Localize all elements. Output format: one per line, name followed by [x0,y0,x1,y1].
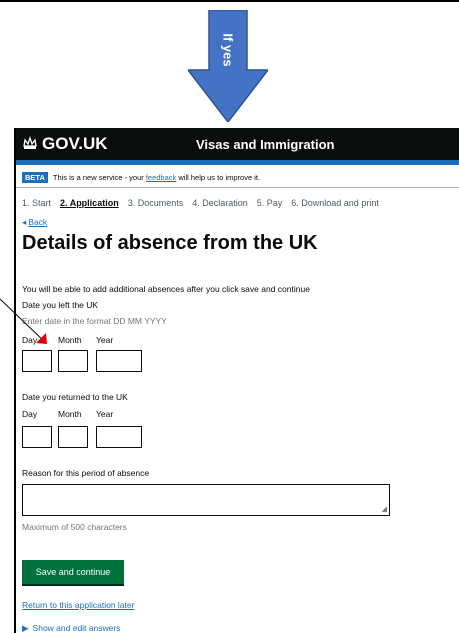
divider [16,187,459,188]
date-returned-month-input[interactable] [58,426,88,448]
show-answers-label: Show and edit answers [32,623,121,633]
back-link[interactable]: ◂ Back [22,217,47,228]
date-left-year-label: Year [96,335,114,345]
date-returned-month-label: Month [58,409,82,419]
step-documents[interactable]: 3. Documents [128,198,184,208]
step-application[interactable]: 2. Application [60,198,119,208]
date-returned-year-input[interactable] [96,426,142,448]
beta-tag: BETA [22,172,48,183]
date-left-month-input[interactable] [58,350,88,372]
date-returned-year-label: Year [96,409,114,419]
crown-icon [23,136,37,149]
resize-grip-icon[interactable]: ◢ [382,505,387,513]
govuk-logo[interactable]: GOV.UK [42,134,108,154]
date-left-day-input[interactable] [22,350,52,372]
date-left-hint: Enter date in the format DD MM YYYY [22,316,167,326]
progress-steps: 1. Start 2. Application 3. Documents 4. Dec… [22,198,388,208]
date-left-label: Date you left the UK [22,300,99,310]
date-left-day-label: Day [22,335,38,345]
show-edit-answers-toggle[interactable]: ▶ Show and edit answers [22,623,120,633]
intro-text: You will be able to add additional absen… [22,284,310,294]
beta-text-before: This is a new service - your [52,173,146,182]
expand-triangle-icon: ▶ [22,623,29,633]
beta-banner: BETA This is a new service - your feedbac… [22,172,260,183]
service-name[interactable]: Visas and Immigration [196,137,334,152]
reason-textarea[interactable]: ◢ [22,484,390,516]
header-accent-bar [16,160,459,165]
top-border [0,0,459,2]
feedback-link[interactable]: feedback [146,173,176,182]
date-returned-day-input[interactable] [22,426,52,448]
back-label: Back [28,217,48,227]
step-download-print[interactable]: 6. Download and print [291,198,379,208]
step-pay[interactable]: 5. Pay [257,198,283,208]
beta-text-after: will help us to improve it. [176,173,261,182]
arrow-label: If yes [220,33,236,67]
back-arrow-icon: ◂ [22,217,27,227]
date-left-month-label: Month [58,335,82,345]
date-left-year-input[interactable] [96,350,142,372]
date-returned-day-label: Day [22,409,38,419]
page-title: Details of absence from the UK [22,232,318,254]
step-declaration[interactable]: 4. Declaration [192,198,248,208]
save-and-continue-button[interactable]: Save and continue [22,560,124,584]
date-returned-label: Date you returned to the UK [22,392,128,402]
step-start[interactable]: 1. Start [22,198,51,208]
reason-hint: Maximum of 500 characters [22,522,127,532]
form-screenshot: GOV.UK Visas and Immigration BETA This is… [14,128,459,633]
gov-header: GOV.UK Visas and Immigration [16,128,459,160]
reason-label: Reason for this period of absence [22,468,150,478]
return-later-link[interactable]: Return to this application later [22,600,134,610]
